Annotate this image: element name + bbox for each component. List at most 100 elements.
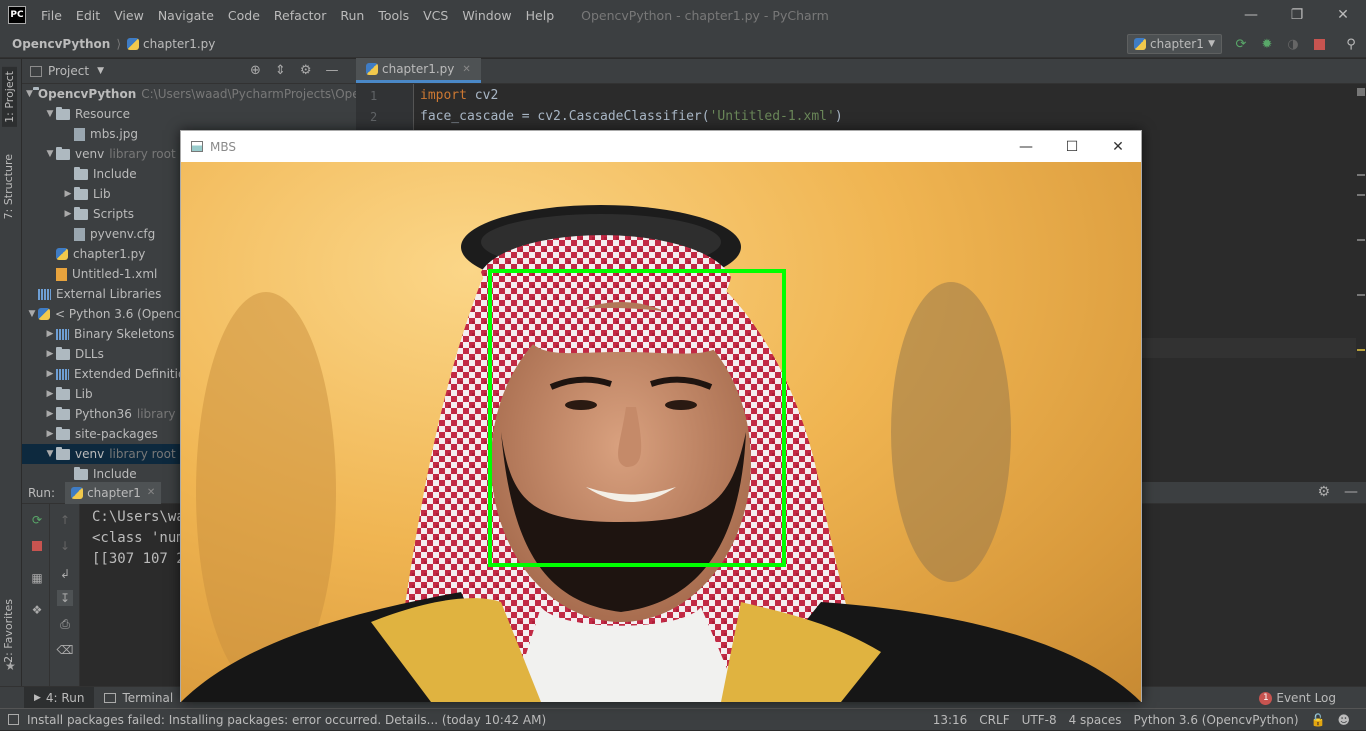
print-icon[interactable]: ⎙ xyxy=(57,616,73,632)
event-log-button[interactable]: 1 Event Log xyxy=(1259,687,1336,709)
maximize-icon[interactable]: ☐ xyxy=(1049,131,1095,162)
code-line-1[interactable]: import cv2 xyxy=(420,88,498,103)
caret-position[interactable]: 13:16 xyxy=(927,713,974,727)
menu-navigate[interactable]: Navigate xyxy=(151,8,221,23)
chevron-right-icon[interactable]: ▶ xyxy=(62,189,74,199)
run-config-select[interactable]: chapter1 ▼ xyxy=(1127,34,1222,54)
tree-item[interactable]: ▼ OpencvPython C:\Users\waad\PycharmProjec… xyxy=(22,84,356,104)
menu-refactor[interactable]: Refactor xyxy=(267,8,333,23)
debug-icon[interactable]: ✹ xyxy=(1257,34,1277,54)
breadcrumb-file[interactable]: chapter1.py xyxy=(143,37,215,51)
tab-project[interactable]: 1: Project xyxy=(2,67,17,127)
stop-icon[interactable] xyxy=(29,538,45,554)
layout-icon[interactable]: ▦ xyxy=(29,570,45,586)
menu-bar: File Edit View Navigate Code Refactor Ru… xyxy=(34,8,561,23)
line-number: 2 xyxy=(370,110,378,124)
project-panel-header: Project ▼ ⊕ ⇕ ⚙ — xyxy=(22,59,356,84)
line-separator[interactable]: CRLF xyxy=(973,713,1015,727)
navigation-bar: OpencvPython ⟩ chapter1.py chapter1 ▼ ⟳ … xyxy=(0,30,1366,58)
rerun-icon[interactable]: ⟳ xyxy=(29,512,45,528)
tab-run[interactable]: ▶ 4: Run xyxy=(24,686,95,709)
rerun-icon[interactable]: ⟳ xyxy=(1231,34,1251,54)
chevron-down-icon[interactable]: ▼ xyxy=(44,109,56,119)
chevron-down-icon[interactable]: ▼ xyxy=(44,449,56,459)
trash-icon[interactable]: ⌫ xyxy=(57,642,74,658)
code-line-2[interactable]: face_cascade = cv2.CascadeClassifier('Un… xyxy=(420,109,843,124)
tool-window-toggle-icon[interactable] xyxy=(8,714,19,725)
indent-setting[interactable]: 4 spaces xyxy=(1063,713,1128,727)
hide-icon[interactable]: — xyxy=(325,63,338,78)
status-message-text: Install packages failed: Installing pack… xyxy=(27,712,547,727)
tab-favorites[interactable]: 2: Favorites xyxy=(2,599,15,663)
project-title[interactable]: Project xyxy=(48,64,89,78)
chevron-right-icon[interactable]: ▶ xyxy=(44,389,56,399)
locate-icon[interactable]: ⊕ xyxy=(250,63,261,78)
stop-icon[interactable] xyxy=(1313,38,1325,50)
search-icon[interactable]: ⚲ xyxy=(1341,34,1361,54)
minimize-icon[interactable]: — xyxy=(1228,0,1274,30)
status-bar: Install packages failed: Installing pack… xyxy=(0,708,1366,730)
chevron-down-icon[interactable]: ▼ xyxy=(44,149,56,159)
coverage-icon[interactable]: ◑ xyxy=(1283,34,1303,54)
soft-wrap-icon[interactable]: ↲ xyxy=(57,566,73,582)
run-toolbar-secondary: ↑ ↓ ↲ ↧ ⎙ ⌫ xyxy=(50,504,80,686)
library-icon xyxy=(56,368,69,380)
editor-scrollbar[interactable] xyxy=(1356,84,1366,482)
chevron-down-icon[interactable]: ▼ xyxy=(26,89,33,99)
menu-tools[interactable]: Tools xyxy=(371,8,416,23)
breadcrumb-project[interactable]: OpencvPython xyxy=(12,37,110,51)
opencv-window-titlebar[interactable]: MBS — ☐ ✕ xyxy=(181,131,1141,162)
restore-icon[interactable]: ❐ xyxy=(1274,0,1320,30)
scroll-to-end-icon[interactable]: ↧ xyxy=(57,590,73,606)
menu-edit[interactable]: Edit xyxy=(69,8,107,23)
tree-item[interactable]: ▼ Resource xyxy=(22,104,356,124)
gear-icon[interactable]: ⚙ xyxy=(300,63,312,78)
chevron-right-icon[interactable]: ▶ xyxy=(44,429,56,439)
chevron-right-icon[interactable]: ▶ xyxy=(44,409,56,419)
event-log-label: Event Log xyxy=(1276,691,1336,705)
menu-window[interactable]: Window xyxy=(455,8,518,23)
left-tool-strip: 1: Project 7: Structure 2: Favorites ★ xyxy=(0,59,22,686)
gear-icon[interactable]: ⚙ xyxy=(1317,484,1330,500)
minimize-icon[interactable]: — xyxy=(1003,131,1049,162)
python-interpreter[interactable]: Python 3.6 (OpencvPython) xyxy=(1128,713,1305,727)
chevron-down-icon[interactable]: ▼ xyxy=(97,66,104,76)
chevron-right-icon[interactable]: ▶ xyxy=(62,209,74,219)
folder-icon xyxy=(56,406,70,420)
tab-terminal[interactable]: Terminal xyxy=(94,687,183,709)
arrow-down-icon[interactable]: ↓ xyxy=(57,538,73,554)
tree-item-label: DLLs xyxy=(75,347,104,361)
event-count-badge: 1 xyxy=(1259,691,1273,705)
run-tab-chapter1[interactable]: chapter1 ✕ xyxy=(65,481,162,504)
close-tab-icon[interactable]: ✕ xyxy=(462,64,470,75)
tab-chapter1[interactable]: chapter1.py ✕ xyxy=(356,58,481,83)
status-message[interactable]: Install packages failed: Installing pack… xyxy=(8,713,546,727)
file-encoding[interactable]: UTF-8 xyxy=(1016,713,1063,727)
collapse-all-icon[interactable]: ⇕ xyxy=(275,63,286,78)
play-icon: ▶ xyxy=(34,692,41,703)
menu-vcs[interactable]: VCS xyxy=(416,8,455,23)
menu-code[interactable]: Code xyxy=(221,8,267,23)
inspector-icon[interactable]: ☻ xyxy=(1331,713,1356,727)
pin-icon[interactable]: ❖ xyxy=(29,602,45,618)
close-icon[interactable]: ✕ xyxy=(1320,0,1366,30)
menu-file[interactable]: File xyxy=(34,8,69,23)
folder-icon xyxy=(56,446,70,460)
tree-item-label: Scripts xyxy=(93,207,135,221)
run-config-label: chapter1 xyxy=(1150,37,1204,51)
arrow-up-icon[interactable]: ↑ xyxy=(57,512,73,528)
chevron-right-icon[interactable]: ▶ xyxy=(44,349,56,359)
menu-run[interactable]: Run xyxy=(333,8,371,23)
console-line: [[307 107 2 xyxy=(92,551,185,567)
chevron-right-icon[interactable]: ▶ xyxy=(44,369,56,379)
close-tab-icon[interactable]: ✕ xyxy=(147,487,155,498)
hide-icon[interactable]: — xyxy=(1344,484,1358,500)
menu-help[interactable]: Help xyxy=(519,8,562,23)
chevron-down-icon: ▼ xyxy=(1208,39,1215,49)
menu-view[interactable]: View xyxy=(107,8,151,23)
close-icon[interactable]: ✕ xyxy=(1095,131,1141,162)
chevron-down-icon[interactable]: ▼ xyxy=(26,309,38,319)
tab-structure[interactable]: 7: Structure xyxy=(2,154,15,219)
lock-icon[interactable]: 🔓 xyxy=(1305,713,1332,727)
chevron-right-icon[interactable]: ▶ xyxy=(44,329,56,339)
